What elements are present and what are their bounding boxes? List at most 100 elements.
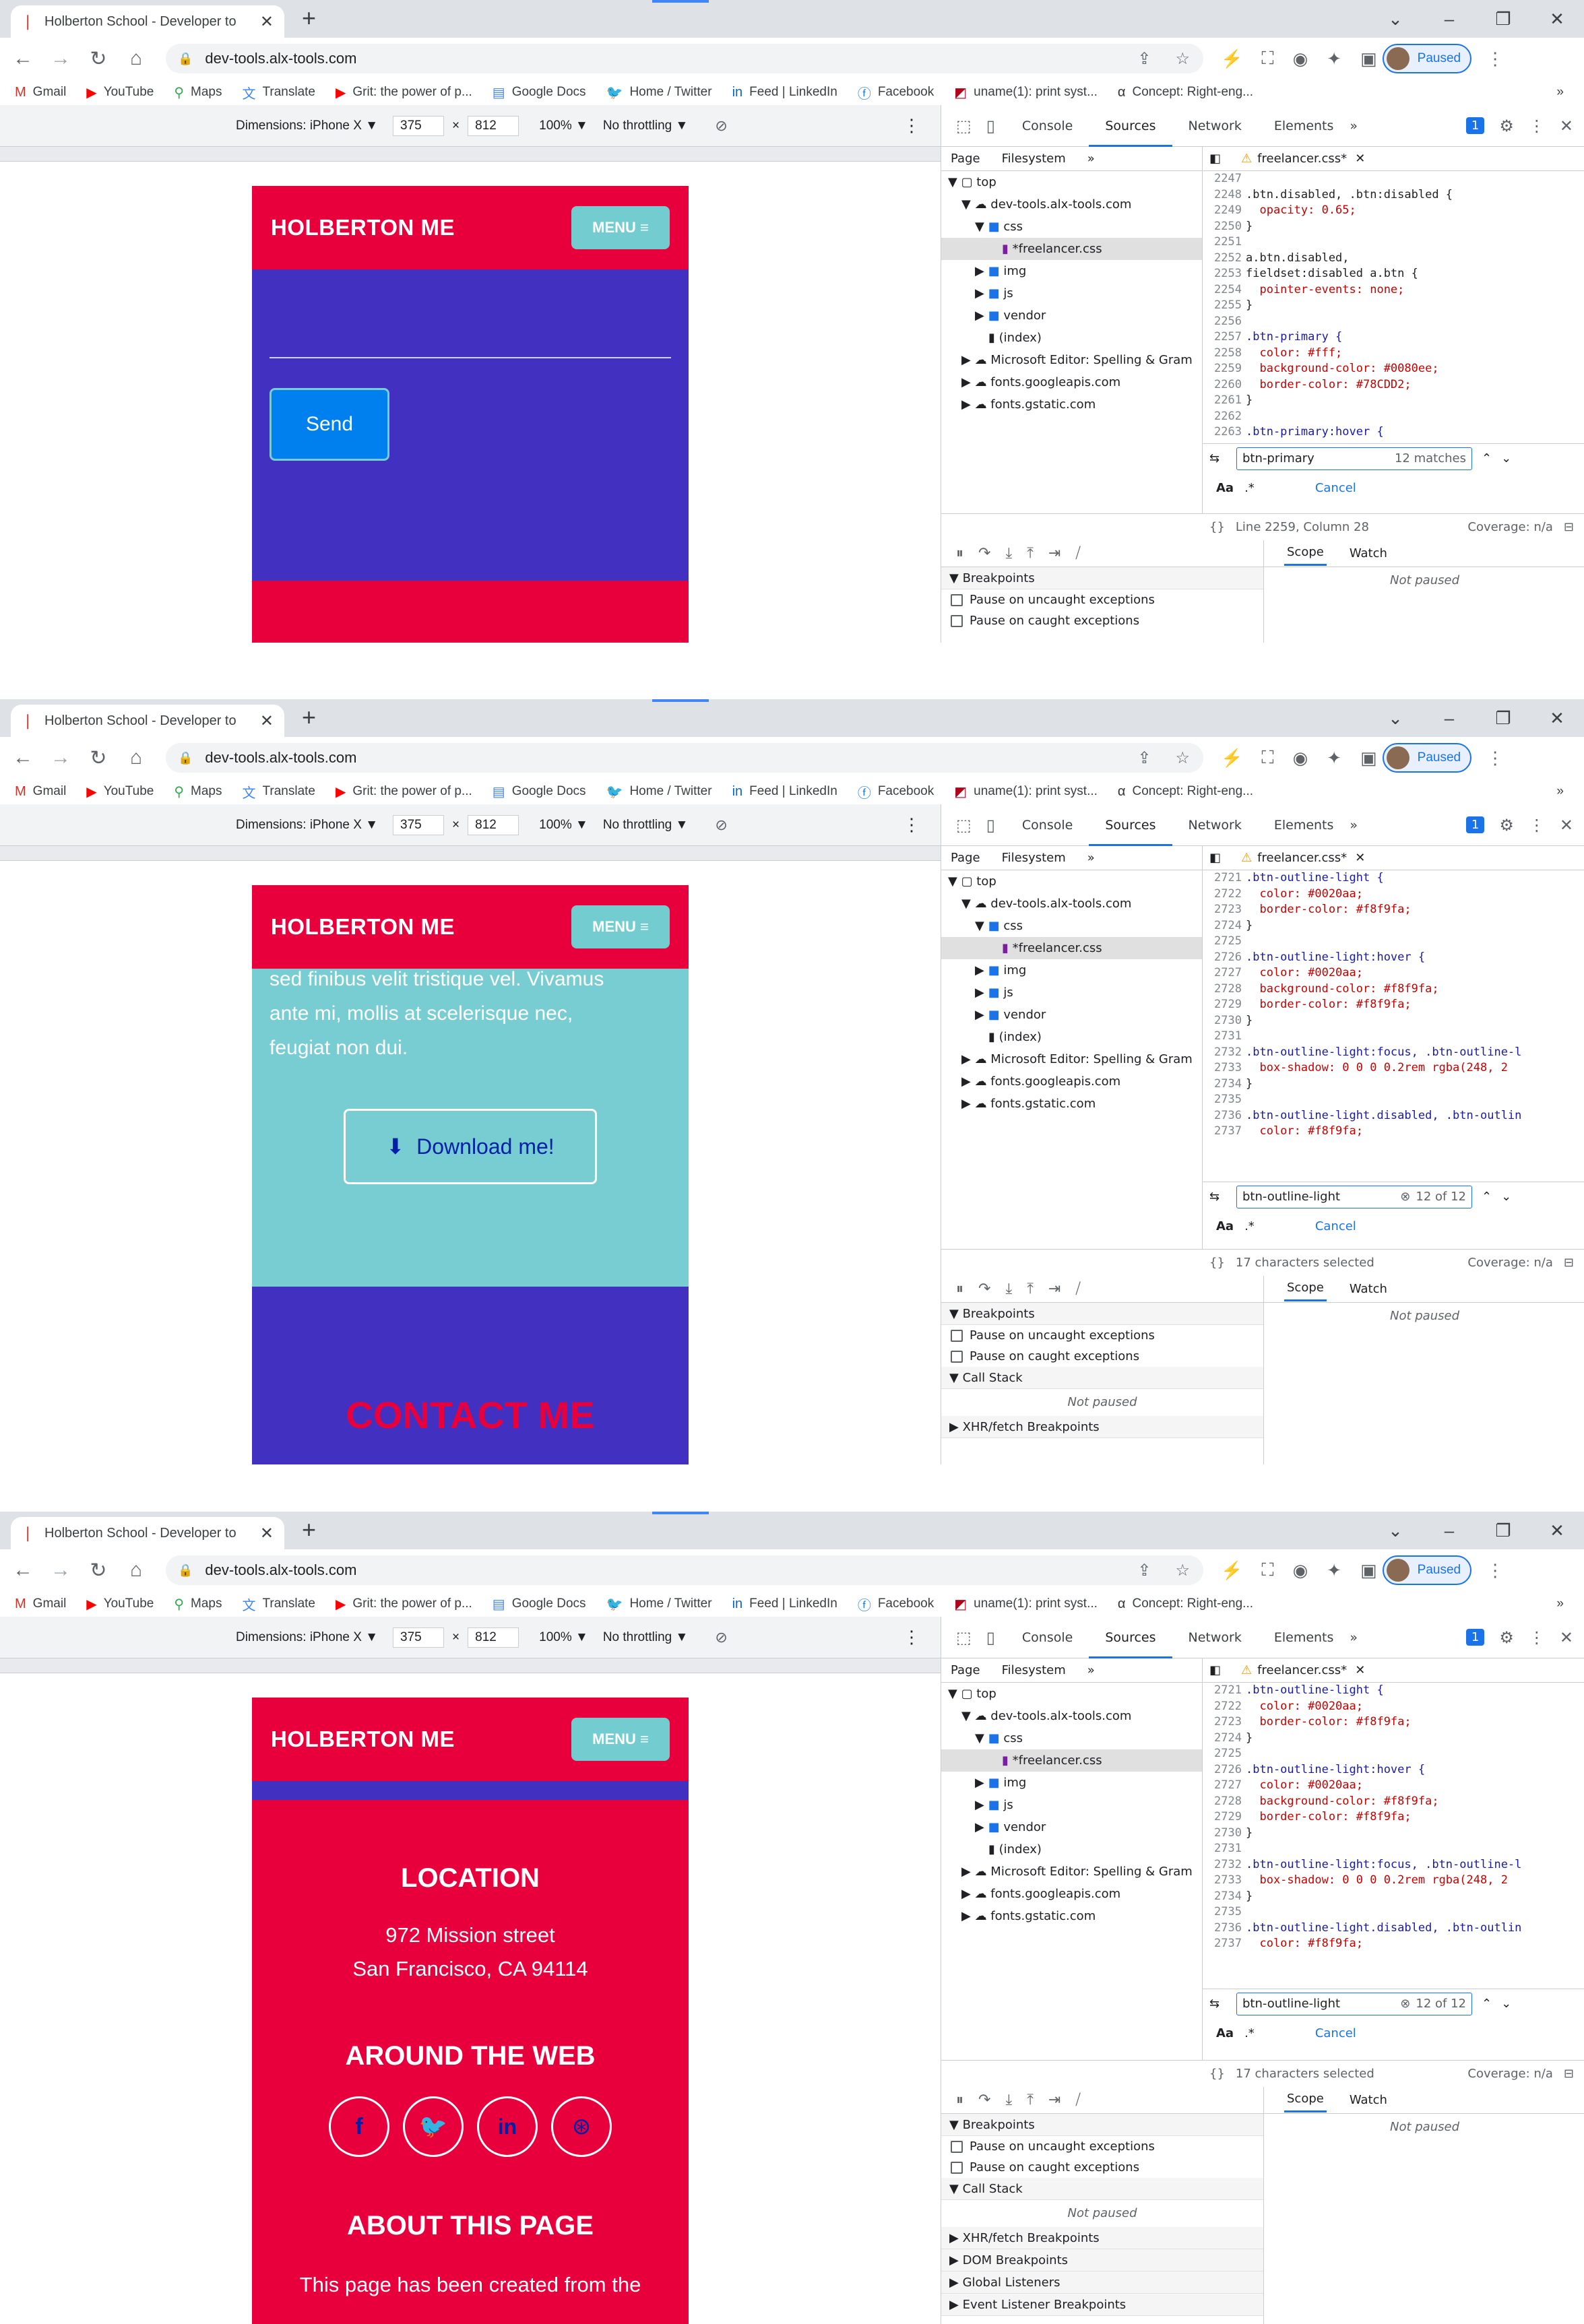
editor-tab[interactable]: ◧ ⚠ freelancer.css* ✕ <box>1203 147 1584 171</box>
dribbble-icon[interactable]: ⊛ <box>551 2096 612 2157</box>
tree-js-folder[interactable]: ▶ ■ js <box>941 1794 1202 1816</box>
step-over-icon[interactable]: ↷ <box>978 1281 990 1297</box>
facebook-icon[interactable]: f <box>329 2096 389 2157</box>
coverage-icon[interactable]: ⊟ <box>1564 2067 1574 2081</box>
cancel-button[interactable]: Cancel <box>1315 2026 1356 2040</box>
address-bar[interactable]: 🔒 dev-tools.alx-tools.com ⇪ ☆ <box>166 743 1203 773</box>
tree-ms-editor[interactable]: ▶ ☁ Microsoft Editor: Spelling & Gram <box>941 1861 1202 1883</box>
search-next-icon[interactable]: ⌄ <box>1501 1997 1511 2011</box>
home-icon[interactable]: ⌂ <box>121 47 151 70</box>
code-line[interactable]: 2722 color: #0020aa; <box>1203 1699 1584 1715</box>
step-into-icon[interactable]: ⤓ <box>1005 2092 1012 2108</box>
tree-fonts-gstatic[interactable]: ▶ ☁ fonts.gstatic.com <box>941 1905 1202 1927</box>
coverage-icon[interactable]: ⊟ <box>1564 520 1574 534</box>
close-tab-icon[interactable]: ✕ <box>260 711 274 731</box>
regex-icon[interactable]: .* <box>1244 481 1255 495</box>
code-line[interactable]: 2723 border-color: #f8f9fa; <box>1203 902 1584 918</box>
screenshot-extension-icon[interactable]: ⛶ <box>1261 747 1273 769</box>
inspect-icon[interactable]: ⬚ <box>956 1628 972 1647</box>
bookmark-uname[interactable]: ◩ uname(1): print syst... <box>954 1596 1098 1613</box>
clear-search-icon[interactable]: ⊗ <box>1400 1186 1416 1208</box>
more-tabs-icon[interactable]: » <box>1350 1630 1358 1645</box>
close-devtools-icon[interactable]: ✕ <box>1560 816 1573 835</box>
tab-console[interactable]: Console <box>1006 105 1089 147</box>
regex-icon[interactable]: .* <box>1244 1219 1255 1233</box>
code-line[interactable]: 2726 .btn-outline-light:hover { <box>1203 950 1584 966</box>
tree-vendor-folder[interactable]: ▶ ■ vendor <box>941 1816 1202 1838</box>
call-stack-section[interactable]: ▼ Call Stack <box>941 2178 1263 2200</box>
height-input[interactable]: 812 <box>468 814 519 835</box>
rotate-icon[interactable]: ⊘ <box>715 816 727 834</box>
tab-filesystem[interactable]: Filesystem <box>1002 1663 1066 1677</box>
site-brand[interactable]: HOLBERTON ME <box>271 1726 455 1752</box>
tab-elements[interactable]: Elements <box>1258 105 1350 147</box>
editor-tab[interactable]: ◧ ⚠ freelancer.css* ✕ <box>1203 846 1584 870</box>
pause-caught-checkbox[interactable]: Pause on caught exceptions <box>941 610 1263 631</box>
code-line[interactable]: 2735 <box>1203 1092 1584 1108</box>
code-line[interactable]: 2250} <box>1203 219 1584 235</box>
puzzle-icon[interactable]: ✦ <box>1327 748 1341 769</box>
bookmark-gmail[interactable]: M Gmail <box>15 784 66 800</box>
forward-icon[interactable]: → <box>46 1559 75 1582</box>
bookmark-translate[interactable]: 文 Translate <box>242 1594 315 1614</box>
forward-icon[interactable]: → <box>46 47 75 70</box>
tab-network[interactable]: Network <box>1172 804 1258 846</box>
profile-button[interactable]: Paused <box>1382 44 1472 73</box>
tree-fonts-googleapis[interactable]: ▶ ☁ fonts.googleapis.com <box>941 371 1202 393</box>
puzzle-icon[interactable]: ✦ <box>1327 49 1341 69</box>
code-line[interactable]: 2257 .btn-primary { <box>1203 329 1584 346</box>
search-input[interactable]: btn-primary 12 matches <box>1236 447 1472 470</box>
pause-uncaught-checkbox[interactable]: Pause on uncaught exceptions <box>941 1325 1263 1346</box>
zoom-select[interactable]: 100% ▼ <box>539 818 588 833</box>
step-out-icon[interactable]: ⤒ <box>1027 2092 1034 2108</box>
device-toggle-icon[interactable]: ▯ <box>986 816 995 835</box>
tree-index[interactable]: ▮ (index) <box>941 327 1202 349</box>
device-select[interactable]: Dimensions: iPhone X ▼ <box>236 818 378 833</box>
tab-scope[interactable]: Scope <box>1284 1277 1327 1301</box>
breakpoints-section[interactable]: ▼ Breakpoints <box>941 2114 1263 2136</box>
step-icon[interactable]: ⇥ <box>1048 1281 1060 1297</box>
bookmark-maps[interactable]: ⚲ Maps <box>174 783 222 800</box>
pretty-print-icon[interactable]: {} <box>1209 1256 1225 1270</box>
code-line[interactable]: 2731 <box>1203 1029 1584 1045</box>
width-input[interactable]: 375 <box>393 1627 445 1648</box>
menu-button[interactable]: MENU ≡ <box>571 206 670 249</box>
tab-console[interactable]: Console <box>1006 1617 1089 1658</box>
pause-icon[interactable]: ⏸ <box>956 2092 963 2108</box>
code-line[interactable]: 2737 color: #f8f9fa; <box>1203 1124 1584 1140</box>
toggle-navigator-icon[interactable]: ◧ <box>1209 152 1221 166</box>
xhr-breakpoints-section[interactable]: ▶ XHR/fetch Breakpoints <box>941 1416 1263 1438</box>
tree-fonts-gstatic[interactable]: ▶ ☁ fonts.gstatic.com <box>941 393 1202 416</box>
step-over-icon[interactable]: ↷ <box>978 2092 990 2108</box>
bookmark-facebook[interactable]: ⓕ Facebook <box>858 83 934 102</box>
vpn-extension-icon[interactable]: ◉ <box>1293 748 1308 769</box>
menu-button[interactable]: MENU ≡ <box>571 905 670 948</box>
puzzle-icon[interactable]: ✦ <box>1327 1560 1341 1581</box>
tree-js-folder[interactable]: ▶ ■ js <box>941 282 1202 304</box>
cancel-button[interactable]: Cancel <box>1315 481 1356 495</box>
reload-icon[interactable]: ↻ <box>84 47 113 71</box>
share-icon[interactable]: ⇪ <box>1137 1561 1151 1580</box>
step-icon[interactable]: ⇥ <box>1048 2092 1060 2108</box>
tree-freelancer-css[interactable]: ▮ *freelancer.css <box>941 937 1202 959</box>
bookmark-maps[interactable]: ⚲ Maps <box>174 1596 222 1613</box>
tree-domain[interactable]: ▼ ☁ dev-tools.alx-tools.com <box>941 193 1202 216</box>
bookmark-gmail[interactable]: M Gmail <box>15 85 66 100</box>
code-line[interactable]: 2733 box-shadow: 0 0 0 0.2rem rgba(248, … <box>1203 1873 1584 1889</box>
device-select[interactable]: Dimensions: iPhone X ▼ <box>236 119 378 133</box>
code-line[interactable]: 2732 .btn-outline-light:focus, .btn-outli… <box>1203 1857 1584 1873</box>
more-menu-icon[interactable]: ⋮ <box>1486 748 1504 769</box>
code-line[interactable]: 2736 .btn-outline-light.disabled, .btn-ou… <box>1203 1920 1584 1937</box>
code-line[interactable]: 2251 <box>1203 234 1584 251</box>
code-line[interactable]: 2726 .btn-outline-light:hover { <box>1203 1762 1584 1778</box>
code-line[interactable]: 2735 <box>1203 1904 1584 1920</box>
step-out-icon[interactable]: ⤒ <box>1027 1281 1034 1297</box>
minimize-icon[interactable]: – <box>1422 708 1476 729</box>
settings-gear-icon[interactable]: ⚙ <box>1499 117 1514 135</box>
code-line[interactable]: 2733 box-shadow: 0 0 0 0.2rem rgba(248, … <box>1203 1060 1584 1076</box>
step-into-icon[interactable]: ⤓ <box>1005 1281 1012 1297</box>
step-over-icon[interactable]: ↷ <box>978 545 990 562</box>
bookmark-star-icon[interactable]: ☆ <box>1175 748 1190 768</box>
match-case-icon[interactable]: Aa <box>1216 2026 1234 2040</box>
devtools-more-icon[interactable]: ⋮ <box>1529 1628 1545 1647</box>
